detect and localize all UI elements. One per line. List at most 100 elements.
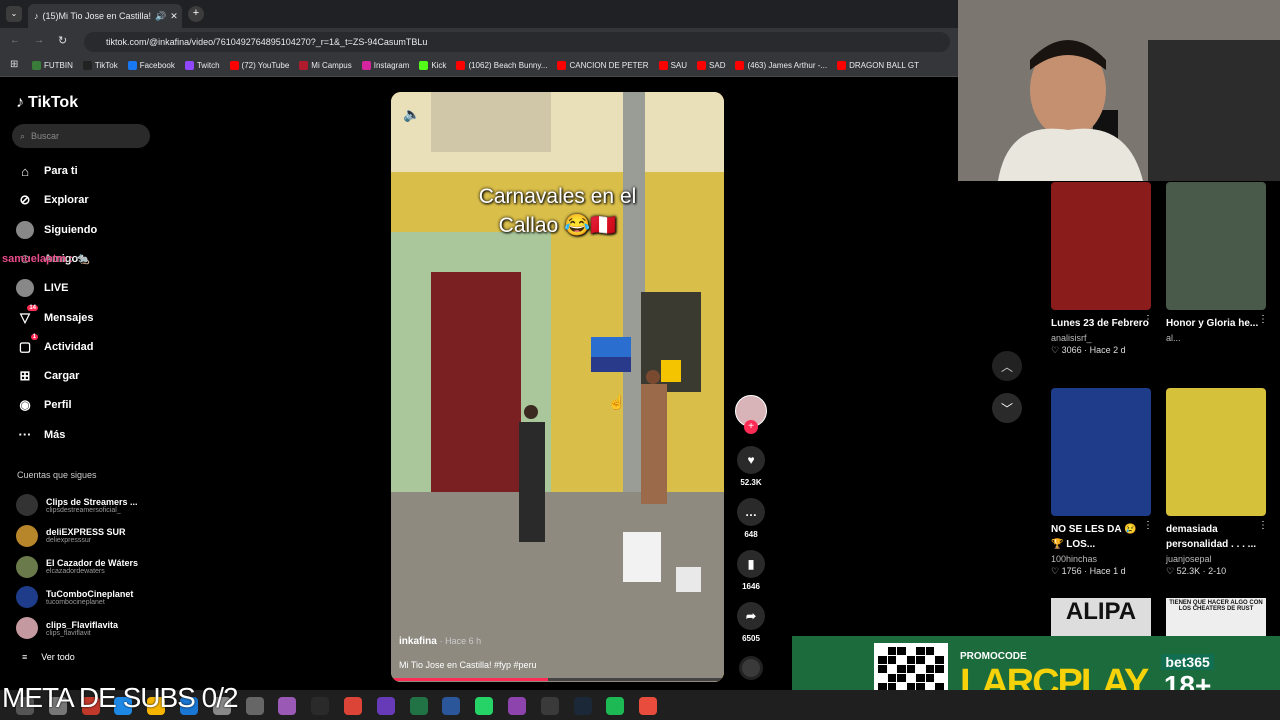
taskbar-app-icon[interactable] [409, 697, 428, 715]
video-card[interactable]: demasiada personalidad . . . ... juanjose… [1166, 388, 1266, 577]
sidebar-item-para-ti[interactable]: ⌂ Para ti [16, 158, 156, 184]
avatar [16, 555, 38, 578]
sidebar-item-live[interactable]: LIVE [16, 275, 156, 301]
forward-icon[interactable]: → [34, 35, 44, 46]
video-card-title: Lunes 23 de Febrero [1051, 318, 1149, 329]
following-item[interactable]: El Cazador de Wáters elcazadordewaters [16, 552, 156, 582]
bookmark-favicon-icon [127, 61, 137, 70]
sidebar-item-perfil[interactable]: ◉ Perfil [16, 392, 156, 418]
bookmark-item[interactable]: Mi Campus [299, 61, 352, 70]
sidebar-item-más[interactable]: ··· Más [16, 422, 156, 448]
activity-icon: ▢ 1 [18, 333, 38, 354]
bookmark-item[interactable]: SAU [658, 61, 687, 70]
bookmark-favicon-icon [735, 61, 745, 70]
bookmark-item[interactable]: FUTBIN [32, 61, 73, 70]
profile-icon: ◉ [19, 397, 31, 413]
tab-close-icon[interactable]: ✕ [170, 11, 178, 22]
bookmark-item[interactable]: SAD [697, 61, 725, 70]
taskbar-app-icon[interactable] [344, 697, 362, 715]
bookmark-label: DRAGON BALL GT [849, 61, 920, 70]
taskbar-app-icon[interactable] [376, 697, 395, 715]
following-item[interactable]: TuComboCineplanet tucombocineplanet [16, 582, 156, 612]
video-player[interactable]: 🔈 Carnavales en el Callao 😂🇵🇪 inkafina ·… [391, 92, 724, 682]
video-card[interactable]: Honor y Gloria he... al... [1166, 182, 1266, 345]
video-author-row[interactable]: inkafina · Hace 6 h [399, 636, 481, 647]
video-card-author: analisisrf_ [1051, 333, 1092, 343]
sidebar-item-siguiendo[interactable]: Siguiendo [16, 217, 156, 243]
webcam-frame [958, 0, 1280, 181]
tab-audio-icon[interactable]: 🔊 [155, 11, 166, 22]
video-card[interactable]: NO SE LES DA 😢 🏆 LOS... 100hinchas ♡ 1756 … [1051, 388, 1151, 577]
bookmark-icon: ▮ [737, 550, 765, 578]
taskbar-app-icon[interactable] [475, 697, 494, 715]
mute-icon[interactable]: 🔈 [403, 106, 420, 123]
heart-button[interactable]: ♥ 52.3K [736, 446, 766, 487]
more-options-icon[interactable]: ⋮ [1143, 314, 1153, 325]
taskbar-app-icon[interactable] [573, 697, 592, 715]
more-options-icon[interactable]: ⋮ [1258, 314, 1268, 325]
following-id: clips_flaviflavit [46, 629, 91, 637]
bookmark-item[interactable]: Kick [419, 61, 446, 70]
follow-plus-icon[interactable]: + [744, 420, 758, 434]
sidebar-item-cargar[interactable]: ⊞ Cargar [16, 363, 156, 389]
grid-thumb-bottom-left[interactable]: ALIPA [1051, 598, 1151, 636]
sidebar-item-label: Perfil [44, 399, 72, 412]
bookmark-item[interactable]: DRAGON BALL GT [837, 61, 919, 70]
video-thumbnail[interactable] [1166, 388, 1266, 516]
share-button[interactable]: ➦ 6505 [736, 602, 766, 643]
video-thumbnail[interactable] [1166, 182, 1266, 310]
taskbar-app-icon[interactable] [540, 697, 559, 715]
sidebar-item-label: LIVE [44, 282, 69, 295]
previous-video-button[interactable]: ︿ [992, 351, 1022, 381]
bookmark-item[interactable]: (72) YouTube [229, 61, 289, 70]
bookmark-item[interactable]: TikTok [82, 61, 118, 70]
sidebar-item-actividad[interactable]: ▢ 1 Actividad [16, 333, 156, 360]
taskbar-app-icon[interactable] [639, 697, 658, 715]
video-card-author: al... [1166, 333, 1181, 343]
bookmark-item[interactable]: Twitch [184, 61, 220, 70]
more-options-icon[interactable]: ⋮ [1258, 520, 1268, 531]
action-count: 6505 [742, 634, 760, 643]
reload-icon[interactable]: ↻ [58, 34, 67, 47]
video-card[interactable]: Lunes 23 de Febrero analisisrf_ ♡ 3066 · H… [1051, 182, 1151, 356]
video-thumbnail[interactable] [1051, 388, 1151, 516]
bookmark-item[interactable]: Facebook [127, 61, 175, 70]
upload-icon: ⊞ [19, 368, 31, 384]
apps-grid-icon[interactable]: ⊞ [10, 59, 18, 70]
video-frame [391, 92, 724, 682]
following-item[interactable]: deliEXPRESS SUR deliexpresssur [16, 521, 156, 551]
taskbar-app-icon[interactable] [311, 697, 330, 715]
new-tab-button[interactable]: + [188, 6, 204, 22]
following-item[interactable]: Clips de Streamers ... clipsdestreamersof… [16, 490, 156, 520]
taskbar-app-icon[interactable] [606, 697, 625, 715]
taskbar-app-icon[interactable] [278, 697, 297, 715]
sidebar-item-explorar[interactable]: ⊘ Explorar [16, 187, 156, 213]
video-progress-bar[interactable] [391, 678, 724, 681]
bookmark-item[interactable]: Instagram [361, 61, 409, 70]
sidebar-item-label: Cargar [44, 370, 80, 383]
bookmark-item[interactable]: (463) James Arthur -... [735, 61, 827, 70]
url-field[interactable]: tiktok.com/@inkafina/video/7610492764895… [84, 32, 950, 52]
more-options-icon[interactable]: ⋮ [1143, 520, 1153, 531]
bookmark-item[interactable]: CANCION DE PETER [557, 61, 649, 70]
bookmark-button[interactable]: ▮ 1646 [736, 550, 766, 591]
taskbar-app-icon[interactable] [508, 697, 526, 715]
taskbar-app-icon[interactable] [245, 697, 264, 715]
bookmark-item[interactable]: (1062) Beach Bunny... [456, 61, 547, 70]
sidebar-item-mensajes[interactable]: ▽ 14 Mensajes [16, 304, 156, 331]
search-input[interactable]: ⌕ Buscar [12, 124, 150, 148]
browser-tab[interactable]: ♪ (15)Mi Tio Jose en Castilla! 🔊 ✕ [28, 4, 182, 28]
next-video-button[interactable]: ﹀ [992, 393, 1022, 423]
messages-icon: ▽ 14 [20, 304, 38, 325]
grid-thumb-bottom-right[interactable]: TIENEN QUE HACER ALGO CON LOS CHEATERS D… [1166, 598, 1266, 636]
following-item[interactable]: clips_Flaviflavita clips_flaviflavit [16, 613, 156, 643]
see-all-link[interactable]: ≡ Ver todo [22, 652, 75, 662]
sound-disc[interactable] [739, 656, 763, 680]
video-thumbnail[interactable] [1051, 182, 1151, 310]
taskbar-app-icon[interactable] [442, 697, 461, 715]
tab-menu-icon[interactable]: ⌄ [6, 6, 22, 22]
comment-button[interactable]: … 648 [736, 498, 766, 539]
back-icon[interactable]: ← [10, 35, 20, 46]
action-count: 1646 [742, 582, 760, 591]
tiktok-logo[interactable]: ♪ TikTok [16, 94, 78, 112]
